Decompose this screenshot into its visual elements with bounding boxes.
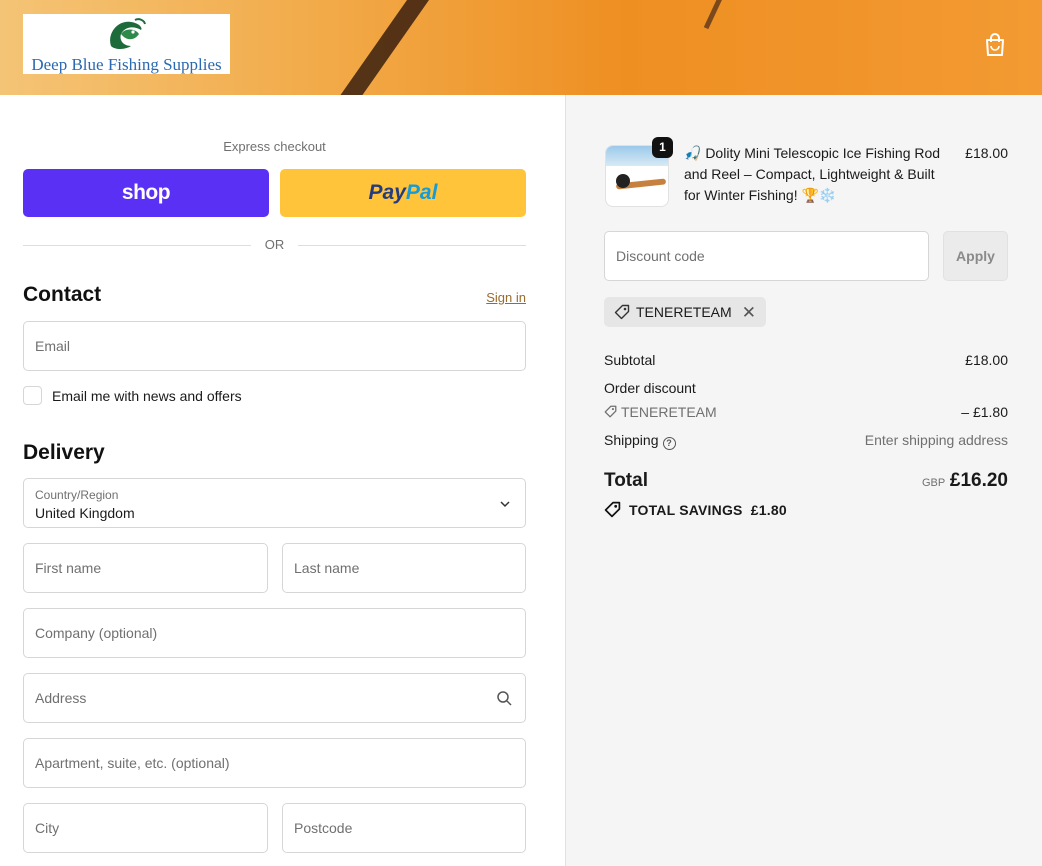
order-discount-row: Order discount — [604, 380, 1008, 396]
tag-icon — [614, 304, 630, 320]
product-title: 🎣 Dolity Mini Telescopic Ice Fishing Rod… — [684, 145, 941, 203]
newsletter-checkbox[interactable] — [23, 386, 42, 405]
shipping-label: Shipping — [604, 432, 659, 448]
savings-label: TOTAL SAVINGS — [629, 501, 743, 518]
country-select[interactable]: Country/Region United Kingdom — [23, 478, 526, 528]
paypal-button[interactable]: Pay Pal — [280, 169, 526, 217]
address-input[interactable] — [35, 674, 514, 722]
chevron-down-icon — [500, 501, 510, 508]
last-name-field[interactable] — [282, 543, 526, 593]
search-icon[interactable] — [496, 690, 512, 706]
discount-code-row: TENERETEAM – £1.80 — [604, 404, 1008, 420]
postcode-field[interactable] — [282, 803, 526, 853]
discount-code-input[interactable] — [616, 232, 916, 280]
address-field[interactable] — [23, 673, 526, 723]
apply-button[interactable]: Apply — [943, 231, 1008, 281]
quantity-badge: 1 — [652, 137, 673, 158]
tag-icon — [604, 405, 617, 418]
checkout-form-column: Express checkout shop Pay Pal OR Contact … — [0, 95, 565, 866]
savings-tag-icon — [604, 501, 621, 518]
order-discount-label: Order discount — [604, 380, 696, 396]
store-logo[interactable]: Deep Blue Fishing Supplies — [23, 14, 230, 74]
shop-pay-button[interactable]: shop — [23, 169, 269, 217]
express-checkout-label: Express checkout — [223, 139, 326, 154]
savings-value: £1.80 — [750, 501, 787, 518]
apartment-input[interactable] — [35, 739, 514, 787]
total-savings: TOTAL SAVINGS £1.80 — [604, 501, 787, 518]
header-banner: Deep Blue Fishing Supplies — [0, 0, 1042, 95]
postcode-input[interactable] — [294, 804, 514, 852]
fishing-rod-tip-silhouette — [703, 0, 726, 30]
divider-line-right — [298, 245, 526, 246]
paypal-logo-pal: Pal — [405, 181, 438, 204]
discount-value: – £1.80 — [961, 404, 1008, 420]
city-field[interactable] — [23, 803, 268, 853]
remove-discount-icon[interactable]: ✕ — [742, 304, 756, 321]
applied-discount-code: TENERETEAM — [636, 304, 732, 320]
email-field[interactable] — [23, 321, 526, 371]
shopping-bag-icon[interactable] — [984, 33, 1006, 57]
shipping-row: Shipping? Enter shipping address — [604, 432, 1008, 450]
sign-in-link[interactable]: Sign in — [470, 290, 526, 305]
last-name-input[interactable] — [294, 544, 514, 592]
store-name: Deep Blue Fishing Supplies — [31, 55, 222, 74]
paypal-logo-pay: Pay — [368, 181, 406, 204]
company-input[interactable] — [35, 609, 514, 657]
first-name-field[interactable] — [23, 543, 268, 593]
first-name-input[interactable] — [35, 544, 256, 592]
discount-code-label: TENERETEAM — [621, 404, 717, 420]
applied-discount-chip: TENERETEAM ✕ — [604, 297, 766, 327]
apartment-field[interactable] — [23, 738, 526, 788]
city-input[interactable] — [35, 804, 256, 852]
fishing-rod-silhouette — [304, 0, 434, 95]
delivery-heading: Delivery — [23, 441, 105, 464]
fish-logo-icon — [110, 18, 146, 49]
country-label: Country/Region — [35, 488, 119, 502]
subtotal-value: £18.00 — [965, 352, 1008, 368]
company-field[interactable] — [23, 608, 526, 658]
order-summary-column: 1 🎣 Dolity Mini Telescopic Ice Fishing R… — [565, 95, 1042, 866]
product-price: £18.00 — [965, 145, 1008, 161]
discount-code-field[interactable] — [604, 231, 929, 281]
contact-heading: Contact — [23, 283, 102, 306]
help-circle-icon[interactable]: ? — [662, 437, 676, 450]
or-divider: OR — [23, 237, 526, 253]
email-input[interactable] — [35, 322, 514, 370]
currency-code: GBP — [922, 477, 946, 489]
subtotal-label: Subtotal — [604, 352, 656, 368]
newsletter-label: Email me with news and offers — [52, 387, 242, 404]
total-label: Total — [604, 470, 648, 491]
newsletter-checkbox-row[interactable]: Email me with news and offers — [23, 386, 242, 405]
shipping-value: Enter shipping address — [864, 432, 1008, 448]
subtotal-row: Subtotal £18.00 — [604, 352, 1008, 368]
total-value: £16.20 — [949, 470, 1008, 491]
country-value: United Kingdom — [35, 505, 135, 521]
